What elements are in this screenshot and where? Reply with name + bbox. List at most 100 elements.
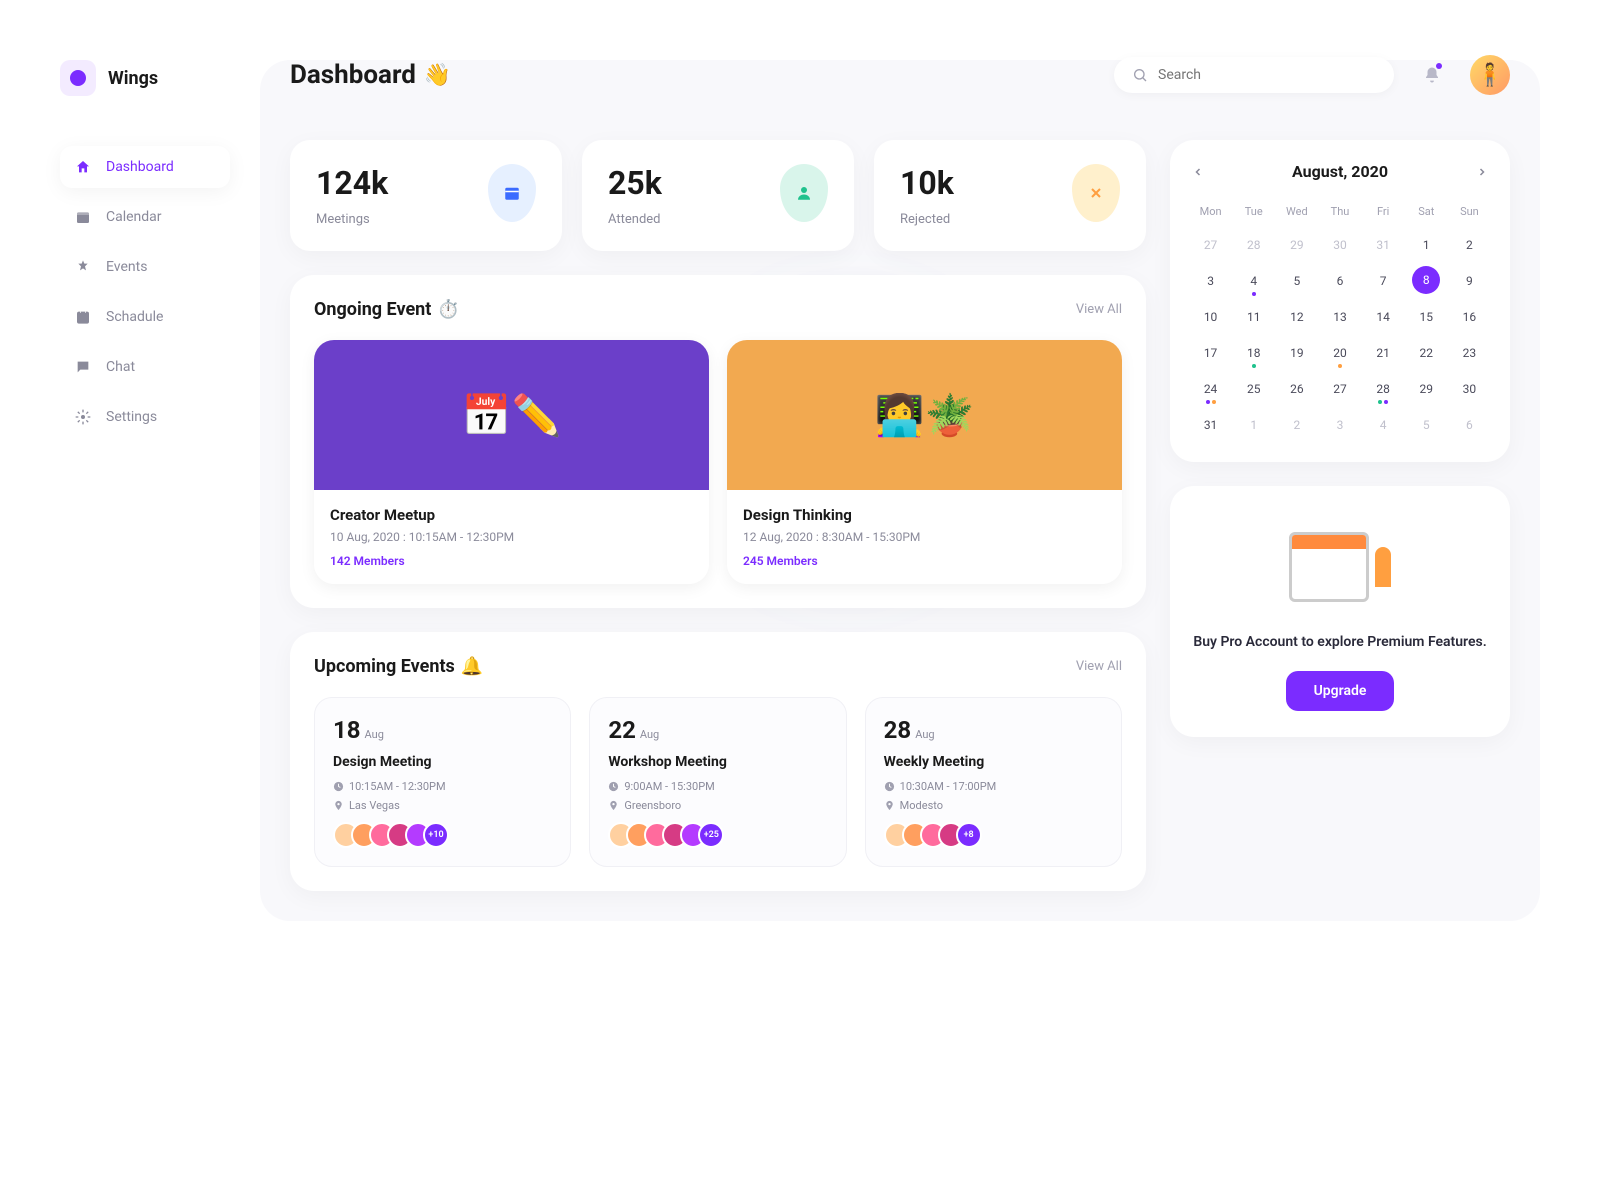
- event-members: 142 Members: [330, 554, 693, 568]
- nav-item-settings[interactable]: Settings: [60, 396, 230, 438]
- cal-day[interactable]: 27: [1321, 374, 1358, 404]
- cal-day[interactable]: 19: [1278, 338, 1315, 368]
- cal-day[interactable]: 13: [1321, 302, 1358, 332]
- cal-day[interactable]: 6: [1451, 410, 1488, 440]
- up-month: Aug: [365, 728, 384, 741]
- cal-day[interactable]: 10: [1192, 302, 1229, 332]
- cal-day[interactable]: 28: [1235, 230, 1272, 260]
- cal-day[interactable]: 30: [1321, 230, 1358, 260]
- event-card[interactable]: 👩‍💻🪴Design Thinking12 Aug, 2020 : 8:30AM…: [727, 340, 1122, 584]
- up-location: Las Vegas: [333, 799, 552, 812]
- cal-day[interactable]: 29: [1278, 230, 1315, 260]
- stat-card-attended[interactable]: 25kAttended: [582, 140, 854, 251]
- cal-day[interactable]: 6: [1321, 266, 1358, 296]
- nav-label: Chat: [106, 359, 135, 375]
- stat-card-rejected[interactable]: 10kRejected: [874, 140, 1146, 251]
- upcoming-card[interactable]: 28AugWeekly Meeting10:30AM - 17:00PMMode…: [865, 697, 1122, 867]
- notifications-button[interactable]: [1414, 57, 1450, 93]
- cal-day[interactable]: 25: [1235, 374, 1272, 404]
- ongoing-events-section: Ongoing Event ⏱️ View All 📅✏️Creator Mee…: [290, 275, 1146, 608]
- chat-icon: [74, 358, 92, 376]
- up-location: Modesto: [884, 799, 1103, 812]
- upcoming-events-section: Upcoming Events 🔔 View All 18AugDesign M…: [290, 632, 1146, 891]
- cal-day[interactable]: 22: [1408, 338, 1445, 368]
- cal-day[interactable]: 5: [1278, 266, 1315, 296]
- cal-day[interactable]: 2: [1278, 410, 1315, 440]
- cal-day[interactable]: 7: [1365, 266, 1402, 296]
- search-input[interactable]: [1158, 67, 1376, 83]
- nav-label: Events: [106, 259, 147, 275]
- cal-dow: Sun: [1451, 199, 1488, 224]
- calendar-next[interactable]: [1476, 166, 1488, 178]
- upgrade-button[interactable]: Upgrade: [1286, 671, 1395, 711]
- calendar-icon: [74, 208, 92, 226]
- nav-label: Settings: [106, 409, 157, 425]
- cal-day[interactable]: 11: [1235, 302, 1272, 332]
- cal-day[interactable]: 18: [1235, 338, 1272, 368]
- event-illustration: 📅✏️: [314, 340, 709, 490]
- clock-icon: [333, 781, 344, 792]
- cal-day[interactable]: 15: [1408, 302, 1445, 332]
- search-box[interactable]: [1114, 57, 1394, 93]
- cal-day[interactable]: 12: [1278, 302, 1315, 332]
- cal-day[interactable]: 1: [1235, 410, 1272, 440]
- notification-dot: [1436, 63, 1442, 69]
- cal-day[interactable]: 31: [1365, 230, 1402, 260]
- cal-day[interactable]: 2: [1451, 230, 1488, 260]
- up-time: 10:30AM - 17:00PM: [884, 780, 1103, 793]
- stat-value: 25k: [608, 164, 662, 202]
- cal-day[interactable]: 3: [1321, 410, 1358, 440]
- cal-day[interactable]: 20: [1321, 338, 1358, 368]
- user-avatar[interactable]: 🧍: [1470, 55, 1510, 95]
- wave-emoji: 👋: [424, 63, 451, 88]
- event-title: Creator Meetup: [330, 506, 693, 524]
- stat-card-meetings[interactable]: 124kMeetings: [290, 140, 562, 251]
- nav-item-events[interactable]: Events: [60, 246, 230, 288]
- member-more: +8: [956, 822, 982, 848]
- brand-name: Wings: [108, 68, 158, 89]
- cal-day[interactable]: 27: [1192, 230, 1229, 260]
- event-title: Design Thinking: [743, 506, 1106, 524]
- up-title: Weekly Meeting: [884, 754, 1103, 770]
- upcoming-events-row: 18AugDesign Meeting10:15AM - 12:30PMLas …: [314, 697, 1122, 867]
- up-location: Greensboro: [608, 799, 827, 812]
- pin-icon: [608, 800, 619, 811]
- cal-day[interactable]: 17: [1192, 338, 1229, 368]
- cal-day[interactable]: 21: [1365, 338, 1402, 368]
- cal-day[interactable]: 23: [1451, 338, 1488, 368]
- cal-day[interactable]: 1: [1408, 230, 1445, 260]
- cal-day[interactable]: 16: [1451, 302, 1488, 332]
- ongoing-view-all[interactable]: View All: [1076, 302, 1122, 317]
- cal-day[interactable]: 9: [1451, 266, 1488, 296]
- nav-item-dashboard[interactable]: Dashboard: [60, 146, 230, 188]
- logo[interactable]: Wings: [60, 60, 230, 96]
- cal-day[interactable]: 28: [1365, 374, 1402, 404]
- cal-day[interactable]: 26: [1278, 374, 1315, 404]
- nav-item-schadule[interactable]: Schadule: [60, 296, 230, 338]
- event-card[interactable]: 📅✏️Creator Meetup10 Aug, 2020 : 10:15AM …: [314, 340, 709, 584]
- upcoming-card[interactable]: 18AugDesign Meeting10:15AM - 12:30PMLas …: [314, 697, 571, 867]
- cal-day[interactable]: 31: [1192, 410, 1229, 440]
- upcoming-card[interactable]: 22AugWorkshop Meeting9:00AM - 15:30PMGre…: [589, 697, 846, 867]
- up-time: 10:15AM - 12:30PM: [333, 780, 552, 793]
- nav-item-calendar[interactable]: Calendar: [60, 196, 230, 238]
- nav-item-chat[interactable]: Chat: [60, 346, 230, 388]
- cal-day[interactable]: 29: [1408, 374, 1445, 404]
- cal-day[interactable]: 30: [1451, 374, 1488, 404]
- pin-icon: [884, 800, 895, 811]
- cal-day[interactable]: 3: [1192, 266, 1229, 296]
- calendar-title: August, 2020: [1292, 162, 1388, 181]
- cal-day[interactable]: 14: [1365, 302, 1402, 332]
- event-members: 245 Members: [743, 554, 1106, 568]
- calendar-prev[interactable]: [1192, 166, 1204, 178]
- page-title: Dashboard 👋: [290, 60, 451, 90]
- pin-icon: [333, 800, 344, 811]
- cal-day[interactable]: 5: [1408, 410, 1445, 440]
- cal-day[interactable]: 4: [1365, 410, 1402, 440]
- cal-day[interactable]: 24: [1192, 374, 1229, 404]
- cal-day[interactable]: 8: [1412, 266, 1440, 294]
- up-month: Aug: [640, 728, 659, 741]
- upcoming-view-all[interactable]: View All: [1076, 659, 1122, 674]
- schadule-icon: [74, 308, 92, 326]
- cal-day[interactable]: 4: [1235, 266, 1272, 296]
